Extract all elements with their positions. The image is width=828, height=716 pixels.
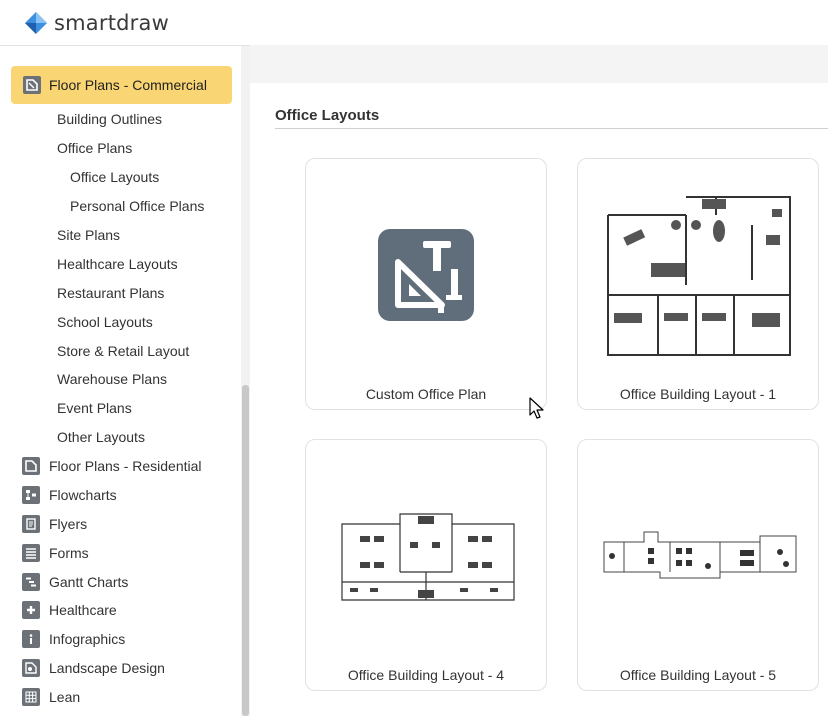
app-header: smartdraw [0, 0, 828, 45]
sidebar-item-floor-plans-residential[interactable]: Floor Plans - Residential [22, 456, 202, 476]
sidebar-item-landscape-design[interactable]: Landscape Design [22, 658, 165, 678]
sidebar-subitem-other-layouts[interactable]: Other Layouts [57, 429, 145, 445]
sidebar-item-lean[interactable]: Lean [22, 687, 80, 707]
sidebar-subitem-healthcare-layouts[interactable]: Healthcare Layouts [57, 256, 178, 272]
sidebar-item-flyers[interactable]: Flyers [22, 514, 87, 534]
toolbar-strip [250, 45, 828, 83]
sidebar-item-infographics[interactable]: Infographics [22, 629, 125, 649]
template-caption: Office Building Layout - 4 [347, 667, 505, 683]
template-card-office-building-layout-4[interactable]: Office Building Layout - 4 [305, 439, 547, 691]
floor-plan-icon [23, 76, 41, 94]
floor-plan-thumbnail [341, 513, 515, 601]
section-title: Office Layouts [275, 107, 380, 124]
sidebar-subitem-office-layouts[interactable]: Office Layouts [70, 169, 159, 185]
template-caption: Office Building Layout - 5 [619, 667, 777, 683]
sidebar-subitem-building-outlines[interactable]: Building Outlines [57, 111, 162, 127]
sidebar-item-floor-plans-commercial[interactable]: Floor Plans - Commercial [11, 66, 232, 104]
template-card-custom-office-plan[interactable]: Custom Office Plan [305, 158, 547, 410]
template-card-office-building-layout-5[interactable]: Office Building Layout - 5 [577, 439, 819, 691]
sidebar-item-label: Gantt Charts [49, 574, 129, 590]
floor-plan-icon [22, 457, 40, 475]
gantt-icon [22, 573, 40, 591]
template-caption: Office Building Layout - 1 [619, 386, 777, 402]
sidebar-item-gantt-charts[interactable]: Gantt Charts [22, 572, 128, 592]
sidebar-subitem-event-plans[interactable]: Event Plans [57, 400, 132, 416]
sidebar-item-healthcare[interactable]: Healthcare [22, 600, 117, 620]
sidebar-subitem-store-retail-layout[interactable]: Store & Retail Layout [57, 343, 189, 359]
landscape-icon [22, 659, 40, 677]
floor-plan-thumbnail [603, 531, 797, 579]
sidebar-subitem-restaurant-plans[interactable]: Restaurant Plans [57, 285, 164, 301]
sidebar-subitem-personal-office-plans[interactable]: Personal Office Plans [70, 198, 204, 214]
sidebar-item-label: Floor Plans - Residential [49, 458, 202, 474]
custom-plan-icon [378, 229, 474, 321]
sidebar-subitem-office-plans[interactable]: Office Plans [57, 140, 132, 156]
mouse-cursor-icon [529, 397, 544, 419]
sidebar-item-forms[interactable]: Forms [22, 543, 89, 563]
sidebar-subitem-school-layouts[interactable]: School Layouts [57, 314, 153, 330]
info-icon [22, 630, 40, 648]
sidebar-subitem-warehouse-plans[interactable]: Warehouse Plans [57, 371, 167, 387]
form-icon [22, 544, 40, 562]
sidebar-item-label: Healthcare [49, 602, 117, 618]
sidebar-item-label: Forms [49, 545, 89, 561]
sidebar-subitem-site-plans[interactable]: Site Plans [57, 227, 120, 243]
sidebar-item-label: Lean [49, 689, 81, 705]
template-card-office-building-layout-1[interactable]: Office Building Layout - 1 [577, 158, 819, 410]
sidebar-item-label: Floor Plans - Commercial [49, 77, 207, 93]
section-divider [275, 128, 828, 129]
sidebar-item-flowcharts[interactable]: Flowcharts [22, 485, 117, 505]
healthcare-icon [22, 601, 40, 619]
floor-plan-thumbnail [607, 196, 791, 356]
app-name[interactable]: smartdraw [54, 11, 169, 35]
sidebar-item-label: Flowcharts [49, 487, 117, 503]
flyer-icon [22, 515, 40, 533]
sidebar-scrollbar-thumb[interactable] [242, 385, 249, 716]
template-caption: Custom Office Plan [365, 386, 487, 402]
lean-icon [22, 688, 40, 706]
sidebar-item-label: Landscape Design [49, 660, 165, 676]
sidebar-item-label: Infographics [49, 631, 126, 647]
sidebar-item-label: Flyers [49, 516, 88, 532]
smartdraw-logo-icon[interactable] [25, 11, 47, 34]
flowchart-icon [22, 486, 40, 504]
